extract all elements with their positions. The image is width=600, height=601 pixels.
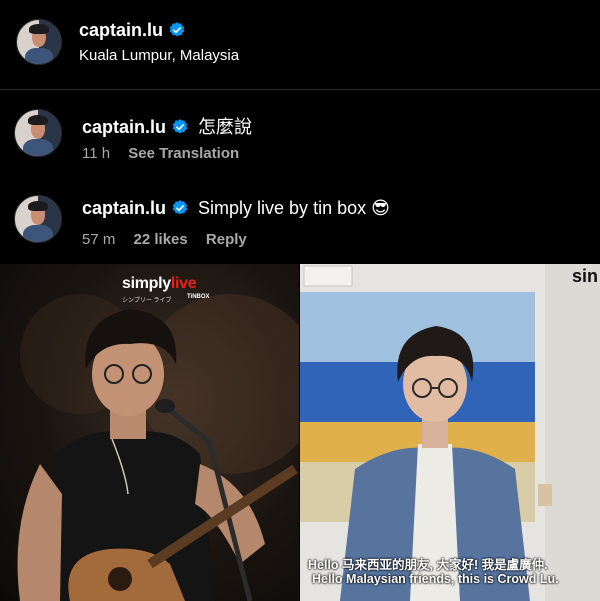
post-author-username[interactable]: captain.lu [79, 20, 163, 40]
comment-text: Simply live by tin box 😎 [198, 198, 390, 218]
comment-avatar[interactable] [14, 109, 62, 157]
video-illustration [300, 264, 600, 601]
brand-partner-text: TiNBOX [187, 294, 210, 300]
reply-button[interactable]: Reply [206, 231, 247, 248]
brand-main-text: simply [122, 275, 171, 292]
verified-badge-icon [169, 22, 185, 37]
media-video-frame[interactable]: sin Hello 马来西亚的朋友, 大家好! 我是盧廣仲. Hello Mal… [300, 264, 600, 601]
comment-meta: 57 m 22 likes Reply [82, 231, 247, 248]
comment-username[interactable]: captain.lu [82, 117, 166, 137]
brand-logo: simplylive [122, 275, 197, 293]
post-location[interactable]: Kuala Lumpur, Malaysia [79, 47, 239, 64]
comment-text: 怎麼說 [198, 117, 253, 137]
verified-badge-icon [172, 200, 188, 215]
see-translation-button[interactable]: See Translation [128, 145, 239, 162]
media-concert-photo[interactable]: simplylive シンプリー ライブ TiNBOX [0, 264, 299, 601]
brand-partial-text: sin [572, 266, 599, 286]
post-author-row: captain.lu [79, 20, 186, 41]
brand-accent-text: live [170, 275, 197, 292]
comment-time: 57 m [82, 231, 116, 248]
subtitle-line-1: Hello 马来西亚的朋友, 大家好! 我是盧廣仲. [308, 558, 548, 572]
brand-sub-text: シンプリー ライブ [122, 298, 172, 304]
comment-row: captain.lu Simply live by tin box 😎 [82, 198, 390, 219]
concert-illustration [17, 294, 299, 601]
comment-username[interactable]: captain.lu [82, 198, 166, 218]
comment-row: captain.lu 怎麼說 [82, 113, 252, 139]
comment-likes[interactable]: 22 likes [134, 231, 188, 248]
comment-time: 11 h [82, 145, 111, 162]
verified-badge-icon [172, 119, 188, 134]
subtitle-line-2: Hello Malaysian friends, this is Crowd L… [312, 572, 559, 586]
comment-avatar[interactable] [14, 195, 62, 243]
post-author-avatar[interactable] [16, 19, 62, 65]
comment-meta: 11 h See Translation [82, 145, 239, 162]
header-divider [0, 89, 600, 90]
